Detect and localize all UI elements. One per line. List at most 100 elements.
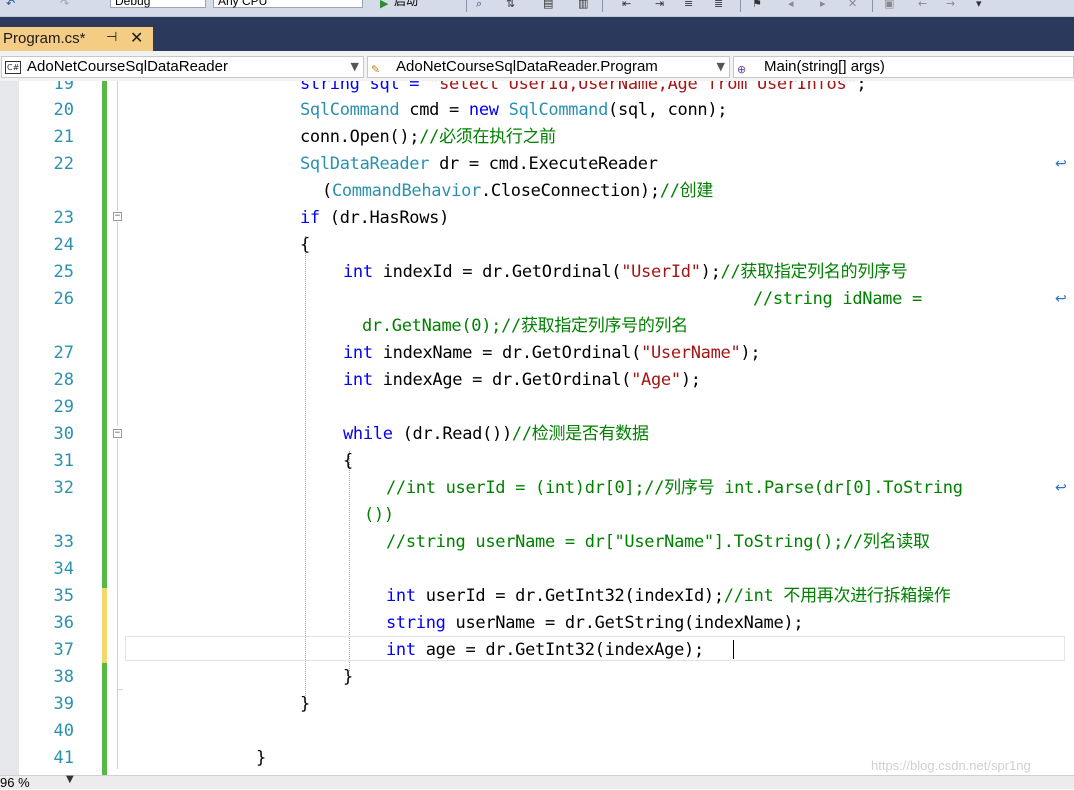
- collapse-icon[interactable]: −: [113, 429, 122, 438]
- code-line-30: while (dr.Read())//检测是否有数据: [343, 424, 649, 444]
- code-line-24: {: [300, 235, 310, 255]
- line-number: 33: [53, 532, 74, 552]
- code-line-27: int indexName = dr.GetOrdinal("UserName"…: [343, 343, 761, 363]
- comment-icon[interactable]: ▤: [543, 0, 553, 10]
- line-number: 20: [53, 100, 74, 120]
- line-number: 37: [53, 640, 74, 660]
- watermark: https://blog.csdn.net/spr1ng: [871, 758, 1031, 773]
- start-icon[interactable]: ▶: [380, 0, 388, 10]
- code-line-20: SqlCommand cmd = new SqlCommand(sql, con…: [300, 100, 728, 120]
- outline-line: [117, 689, 118, 769]
- bookmark-prev-icon[interactable]: ◂: [788, 0, 794, 10]
- code-line-26: //string idName =: [753, 289, 922, 309]
- project-label: AdoNetCourseSqlDataReader: [27, 58, 228, 75]
- method-icon: ⊕: [737, 63, 747, 76]
- configuration-combo[interactable]: Debug: [110, 0, 206, 8]
- indicator-margin: [0, 81, 19, 775]
- type-label: AdoNetCourseSqlDataReader.Program: [396, 58, 658, 75]
- code-editor[interactable]: 19 20 21 22 23 24 25 26 27 28 29 30 31 3…: [0, 81, 1074, 775]
- code-line-19: string sql = "select UserId,UserName,Age…: [300, 81, 867, 94]
- outline-line: [117, 439, 118, 689]
- indent-icon[interactable]: ⇥: [655, 0, 664, 10]
- bookmark-next-icon[interactable]: ▸: [820, 0, 826, 10]
- toolbar-separator: [466, 0, 467, 12]
- chevron-down-icon: ▼: [350, 60, 359, 73]
- toolbar-separator: [740, 0, 741, 12]
- saved-change-bar: [102, 567, 107, 588]
- code-line-23: if (dr.HasRows): [300, 208, 450, 228]
- line-number: 32: [53, 478, 74, 498]
- line-number: 25: [53, 262, 74, 282]
- line-number: 22: [53, 154, 74, 174]
- outline-line: [117, 222, 118, 426]
- split-icon[interactable]: ⇅: [506, 0, 515, 10]
- code-line-33: //string userName = dr["UserName"].ToStr…: [386, 532, 930, 552]
- code-line-22-wrap: (CommandBehavior.CloseConnection);//创建: [322, 181, 714, 201]
- chevron-down-icon[interactable]: ▼: [66, 774, 74, 785]
- word-wrap-icon: ↩: [1055, 291, 1067, 307]
- code-line-32: //int userId = (int)dr[0];//列序号 int.Pars…: [386, 478, 963, 498]
- tab-title: Program.cs*: [3, 30, 86, 47]
- toolbar-separator: [602, 0, 603, 12]
- platform-combo[interactable]: Any CPU: [213, 0, 363, 8]
- navigate-icon[interactable]: ▣: [884, 0, 894, 10]
- code-line-32-wrap: ()): [364, 505, 394, 525]
- line-number: 30: [53, 424, 74, 444]
- type-dropdown[interactable]: ✎ AdoNetCourseSqlDataReader.Program ▼: [367, 56, 730, 78]
- bookmark-icon[interactable]: ⚑: [752, 0, 762, 10]
- line-number: 19: [53, 81, 74, 94]
- toolbar: ↶ ↷ Debug Any CPU ▶ 启动 ⌕ ⇅ ▤ ▥ ⇤ ⇥ ≡ ≣ ⚑…: [0, 0, 1074, 17]
- document-tab-strip: Program.cs* ⊣ ✕: [0, 17, 1074, 51]
- code-line-25: int indexId = dr.GetOrdinal("UserId");//…: [343, 262, 908, 282]
- project-dropdown[interactable]: C# AdoNetCourseSqlDataReader ▼: [1, 56, 364, 78]
- code-line-31: {: [343, 451, 353, 471]
- line-number: 24: [53, 235, 74, 255]
- line-number: 36: [53, 613, 74, 633]
- class-icon: ✎: [371, 63, 381, 76]
- line-number: 27: [53, 343, 74, 363]
- line-number: 39: [53, 694, 74, 714]
- collapse-icon[interactable]: −: [113, 212, 122, 221]
- redo-icon[interactable]: ↷: [60, 0, 69, 10]
- code-line-37: int age = dr.GetInt32(indexAge);: [386, 640, 704, 660]
- start-button[interactable]: 启动: [394, 0, 418, 7]
- bookmark-clear-icon[interactable]: ✕: [848, 0, 857, 10]
- align-icon[interactable]: ≣: [714, 0, 723, 10]
- code-line-36: string userName = dr.GetString(indexName…: [386, 613, 804, 633]
- close-icon[interactable]: ✕: [130, 28, 143, 47]
- uncomment-icon[interactable]: ▥: [578, 0, 588, 10]
- pin-icon[interactable]: ⊣: [106, 30, 117, 45]
- undo-icon[interactable]: ↶: [6, 0, 15, 10]
- line-number: 40: [53, 721, 74, 741]
- format-icon[interactable]: ≡: [684, 0, 693, 10]
- toolbar-separator: [872, 0, 873, 12]
- code-line-28: int indexAge = dr.GetOrdinal("Age");: [343, 370, 701, 390]
- line-number: 41: [53, 748, 74, 768]
- line-number: 34: [53, 559, 74, 579]
- unsaved-change-bar: [102, 588, 107, 663]
- line-number: 28: [53, 370, 74, 390]
- line-number: 23: [53, 208, 74, 228]
- code-line-21: conn.Open();//必须在执行之前: [300, 127, 556, 147]
- editor-status-bar: 96 % ▼: [0, 774, 1074, 790]
- line-number: 21: [53, 127, 74, 147]
- line-number: 29: [53, 397, 74, 417]
- saved-change-bar: [102, 663, 107, 775]
- forward-icon[interactable]: →: [946, 0, 955, 10]
- word-wrap-icon: ↩: [1055, 156, 1067, 172]
- back-icon[interactable]: ←: [918, 0, 927, 10]
- line-number: 26: [53, 289, 74, 309]
- outline-line: [117, 81, 118, 211]
- line-number: 35: [53, 586, 74, 606]
- text-caret: [733, 640, 734, 659]
- word-wrap-icon: ↩: [1055, 480, 1067, 496]
- member-label: Main(string[] args): [764, 58, 885, 75]
- member-dropdown[interactable]: ⊕ Main(string[] args): [733, 56, 1074, 78]
- indent-guide: [305, 236, 306, 696]
- find-icon[interactable]: ⌕: [476, 0, 482, 10]
- chevron-down-icon: ▼: [716, 60, 725, 73]
- outdent-icon[interactable]: ⇤: [622, 0, 631, 10]
- csharp-project-icon: C#: [5, 61, 22, 74]
- tab-program-cs[interactable]: Program.cs* ⊣ ✕: [0, 27, 153, 51]
- overflow-icon[interactable]: ▾: [976, 0, 982, 10]
